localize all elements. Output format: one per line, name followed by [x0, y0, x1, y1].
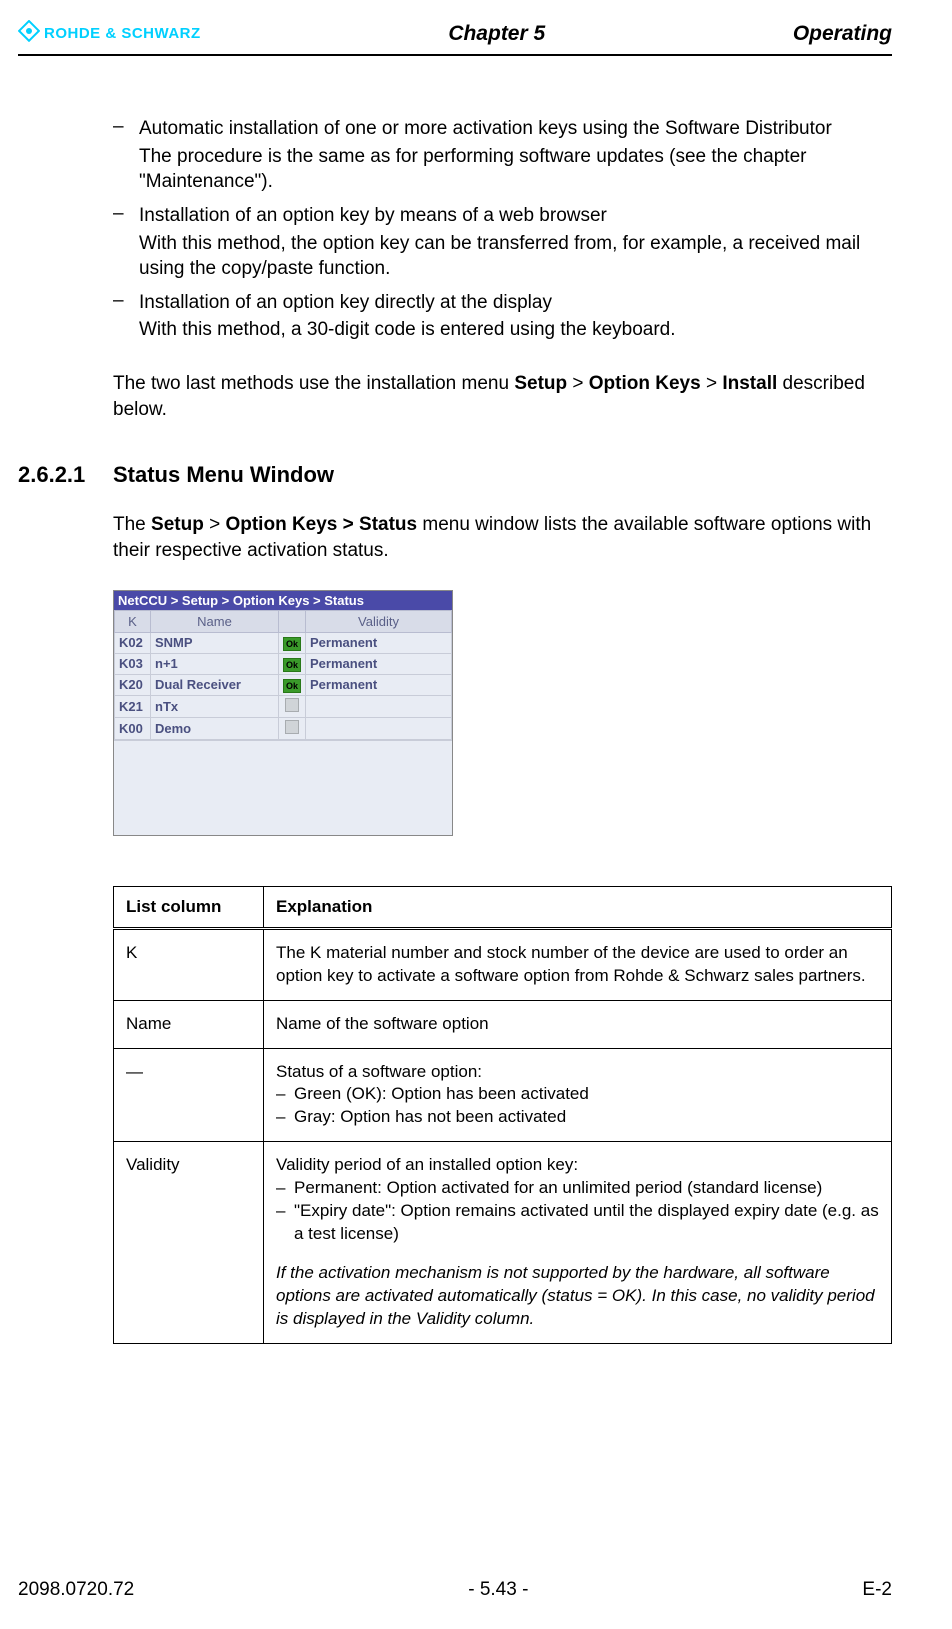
bullet-text: Installation of an option key directly a… [139, 290, 552, 316]
brand-diamond-icon [18, 20, 40, 46]
exp-header-exp: Explanation [264, 886, 892, 928]
list-item: – Installation of an option key directly… [113, 290, 892, 316]
exp-header-col: List column [114, 886, 264, 928]
heading-number: 2.6.2.1 [18, 462, 113, 488]
col-validity-header: Validity [306, 610, 452, 632]
status-table: K Name Validity K02 SNMP Ok Permanent K0… [114, 610, 452, 740]
col-k-header: K [115, 610, 151, 632]
table-row: K21 nTx [115, 695, 452, 717]
col-status-header [279, 610, 306, 632]
table-header-row: K Name Validity [115, 610, 452, 632]
footer-left: 2098.0720.72 [18, 1579, 134, 1601]
section-heading: 2.6.2.1 Status Menu Window [18, 462, 892, 488]
heading-text: Status Menu Window [113, 462, 334, 488]
table-header-row: List column Explanation [114, 886, 892, 928]
table-row: — Status of a software option: –Green (O… [114, 1048, 892, 1142]
footer-right: E-2 [862, 1579, 892, 1601]
bullet-dash-icon: – [113, 203, 139, 229]
bullet-text: Installation of an option key by means o… [139, 203, 607, 229]
section-label: Operating [793, 22, 892, 46]
page-header: ROHDE & SCHWARZ Chapter 5 Operating [18, 20, 892, 56]
status-screenshot: NetCCU > Setup > Option Keys > Status K … [113, 590, 453, 836]
table-row: Name Name of the software option [114, 1000, 892, 1048]
table-row: K00 Demo [115, 717, 452, 739]
bullet-subtext: The procedure is the same as for perform… [139, 144, 892, 195]
table-row: Validity Validity period of an installed… [114, 1142, 892, 1344]
table-row: K20 Dual Receiver Ok Permanent [115, 674, 452, 695]
bullet-subtext: With this method, the option key can be … [139, 231, 892, 282]
ok-badge: Ok [283, 637, 301, 651]
nav-paragraph: The two last methods use the installatio… [113, 371, 892, 422]
bullet-dash-icon: – [113, 116, 139, 142]
list-item: – Installation of an option key by means… [113, 203, 892, 229]
page-footer: 2098.0720.72 - 5.43 - E-2 [18, 1579, 892, 1601]
ok-badge: Ok [283, 658, 301, 672]
bullet-dash-icon: – [113, 290, 139, 316]
table-row: K03 n+1 Ok Permanent [115, 653, 452, 674]
bullet-subtext: With this method, a 30-digit code is ent… [139, 317, 892, 343]
col-name-header: Name [151, 610, 279, 632]
ok-badge: Ok [283, 679, 301, 693]
chapter-label: Chapter 5 [201, 22, 793, 46]
gray-badge [285, 698, 299, 712]
footer-center: - 5.43 - [468, 1579, 528, 1601]
explanation-table: List column Explanation K The K material… [113, 886, 892, 1344]
bullet-text: Automatic installation of one or more ac… [139, 116, 832, 142]
brand-logo: ROHDE & SCHWARZ [18, 20, 201, 46]
section-intro: The Setup > Option Keys > Status menu wi… [113, 512, 892, 563]
brand-text: ROHDE & SCHWARZ [44, 25, 201, 42]
screenshot-empty [114, 740, 452, 835]
table-row: K02 SNMP Ok Permanent [115, 632, 452, 653]
gray-badge [285, 720, 299, 734]
list-item: – Automatic installation of one or more … [113, 116, 892, 142]
table-row: K The K material number and stock number… [114, 928, 892, 1000]
intro-bullets: – Automatic installation of one or more … [113, 116, 892, 343]
screenshot-title: NetCCU > Setup > Option Keys > Status [114, 591, 452, 610]
